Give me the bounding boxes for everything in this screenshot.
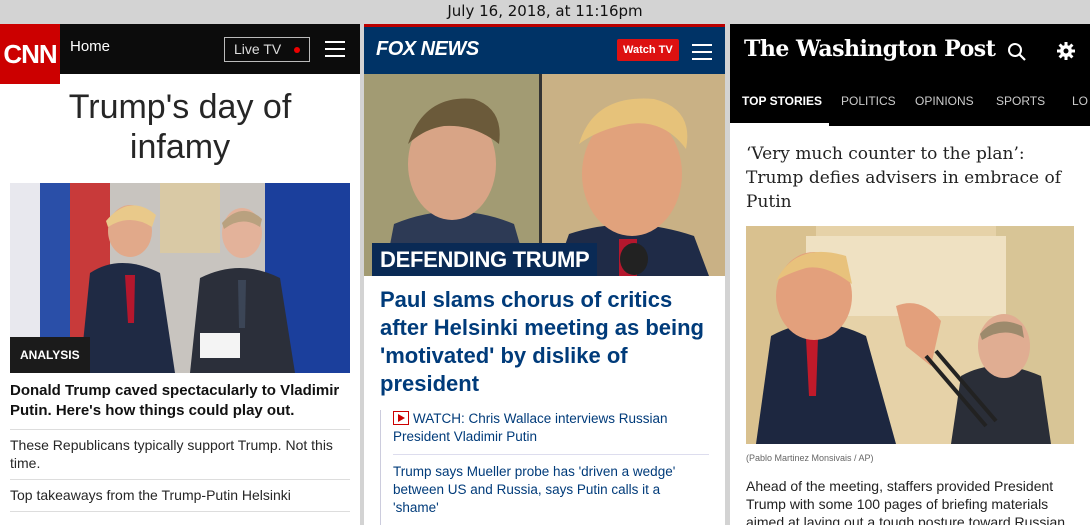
cnn-header: CNN Home Live TV <box>0 24 360 84</box>
fox-related-item[interactable]: WATCH: Chris Wallace interviews Russian … <box>393 410 709 455</box>
cnn-home-link[interactable]: Home <box>70 38 110 55</box>
cnn-live-tv-label: Live TV <box>234 41 282 57</box>
wapo-lead-photo[interactable] <box>746 226 1074 444</box>
wapo-section-tabs: TOP STORIES POLITICS OPINIONS SPORTS LO <box>730 76 1090 126</box>
wapo-main-headline[interactable]: ‘Very much counter to the plan’: Trump d… <box>730 126 1090 214</box>
fox-menu-icon[interactable] <box>692 44 712 60</box>
wapo-story-summary[interactable]: Ahead of the meeting, staffers provided … <box>746 477 1074 525</box>
fox-related-list: WATCH: Chris Wallace interviews Russian … <box>380 410 709 525</box>
play-video-icon <box>393 411 409 425</box>
cnn-main-headline[interactable]: Trump's day of infamy <box>0 87 360 167</box>
active-tab-indicator <box>730 123 829 126</box>
cnn-menu-icon[interactable] <box>325 41 345 57</box>
fox-main-headline[interactable]: Paul slams chorus of critics after Helsi… <box>364 276 725 398</box>
tab-opinions[interactable]: OPINIONS <box>915 94 974 108</box>
fox-lead-photo[interactable]: DEFENDING TRUMP <box>364 74 725 276</box>
gear-icon[interactable] <box>1056 41 1076 61</box>
wapo-header: The Washington Post <box>730 24 1090 76</box>
fox-watch-tv-button[interactable]: Watch TV <box>617 39 679 61</box>
cnn-panel: CNN Home Live TV Trump's day of infamy A… <box>0 24 360 525</box>
fox-panel: FOX NEWS Watch TV DEFENDING TRUMP Paul s… <box>364 24 725 525</box>
search-icon[interactable] <box>1007 42 1027 62</box>
screenshot-timestamp: July 16, 2018, at 11:16pm <box>447 2 643 20</box>
fox-related-item[interactable]: Trump says Mueller probe has 'driven a w… <box>393 463 709 525</box>
fox-kicker-label: DEFENDING TRUMP <box>372 243 598 276</box>
cnn-list-item[interactable]: These Republicans typically support Trum… <box>10 436 350 480</box>
washington-post-logo[interactable]: The Washington Post <box>744 36 996 62</box>
tab-local[interactable]: LO <box>1072 94 1088 108</box>
trump-speaking-photo <box>746 226 1074 444</box>
wapo-panel: The Washington Post TOP STORIES POLITICS… <box>730 24 1090 525</box>
cnn-lead-photo[interactable]: ANALYSIS <box>10 183 350 373</box>
tab-sports[interactable]: SPORTS <box>996 94 1045 108</box>
fox-news-logo[interactable]: FOX NEWS <box>376 38 479 61</box>
cnn-story-headline[interactable]: Donald Trump caved spectacularly to Vlad… <box>10 381 350 430</box>
tab-politics[interactable]: POLITICS <box>841 94 896 108</box>
analysis-badge: ANALYSIS <box>10 337 90 373</box>
cnn-list-item[interactable]: Top takeaways from the Trump-Putin Helsi… <box>10 486 350 512</box>
cnn-live-tv-button[interactable]: Live TV <box>224 37 310 62</box>
fox-header: FOX NEWS Watch TV <box>364 24 725 74</box>
live-dot-icon <box>294 47 300 53</box>
tab-top-stories[interactable]: TOP STORIES <box>742 94 822 108</box>
cnn-logo[interactable]: CNN <box>0 24 60 84</box>
fox-related-text: WATCH: Chris Wallace interviews Russian … <box>393 411 668 444</box>
photo-credit: (Pablo Martinez Monsivais / AP) <box>746 453 874 463</box>
